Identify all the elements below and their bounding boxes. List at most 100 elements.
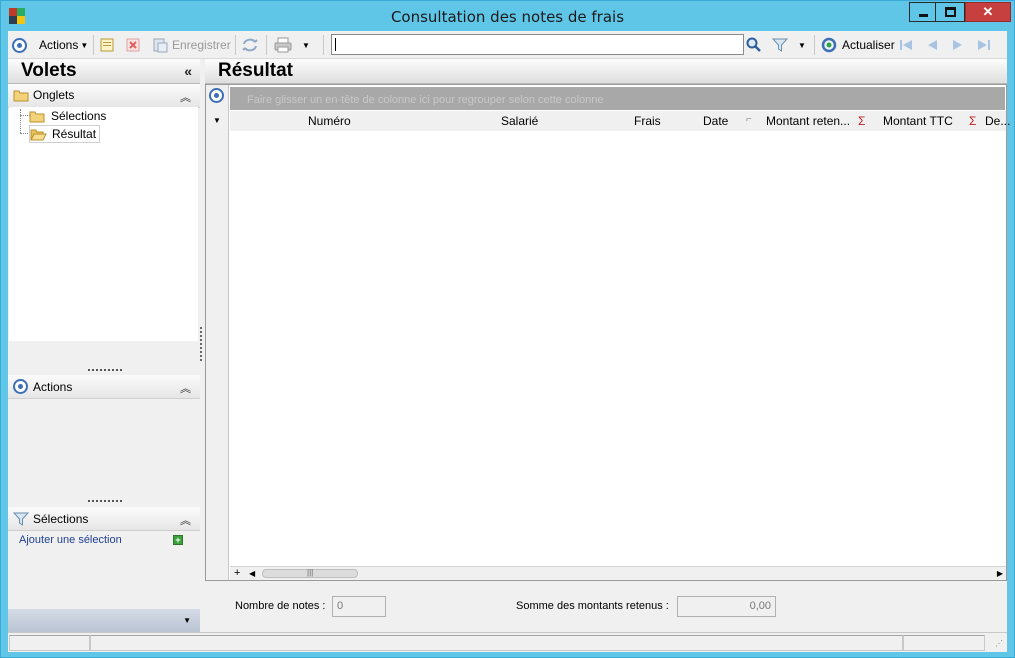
vertical-splitter-grip[interactable] <box>200 327 204 361</box>
new-document-icon <box>100 38 114 52</box>
next-record-button[interactable] <box>951 35 965 55</box>
add-selection-icon[interactable]: + <box>173 535 183 545</box>
dropdown-arrow-icon: ▼ <box>302 40 310 50</box>
maximize-button[interactable] <box>936 2 965 22</box>
result-pane: Résultat ▼ Faire glisser un en-tête de c… <box>205 59 1010 583</box>
onglets-header[interactable]: Onglets ︽ <box>8 84 200 108</box>
selections-panel-header[interactable]: Sélections ︽ <box>8 507 200 531</box>
count-field: 0 <box>332 596 386 617</box>
onglets-tree: Sélections Résultat <box>9 107 198 341</box>
print-button[interactable] <box>274 35 292 55</box>
sum-field: 0,00 <box>677 596 776 617</box>
result-grid: ▼ Faire glisser un en-tête de colonne ic… <box>205 84 1010 581</box>
scrollbar-thumb[interactable]: ||| <box>262 568 358 578</box>
column-header-frais[interactable]: Frais <box>634 114 661 128</box>
minimize-icon <box>919 14 928 17</box>
first-record-button[interactable] <box>898 35 914 55</box>
chevron-up-icon[interactable]: ︽ <box>180 89 191 105</box>
horizontal-scrollbar[interactable]: + ◀ ||| ▶ <box>230 566 1006 580</box>
resize-grip-icon[interactable]: ⋰ <box>995 639 1003 648</box>
last-record-button[interactable] <box>976 35 992 55</box>
column-header-date[interactable]: Date <box>703 114 728 128</box>
volets-title: Volets <box>21 60 77 81</box>
folder-icon <box>13 90 29 102</box>
previous-record-button[interactable] <box>925 35 939 55</box>
sum-icon[interactable]: Σ <box>858 114 865 128</box>
tree-item-resultat[interactable]: Résultat <box>29 125 101 143</box>
toolbar: Actions ▼ Enregistrer ▼ ▼ Actualiser <box>8 31 1007 59</box>
volets-pane: Volets « Onglets ︽ Sélections Résultat A… <box>8 59 200 633</box>
collapse-pane-icon[interactable]: « <box>184 63 192 79</box>
previous-icon <box>928 40 937 50</box>
first-record-icon <box>900 40 912 50</box>
filter-hint-icon[interactable]: ⌐ <box>746 114 752 125</box>
scroll-left-icon[interactable]: ◀ <box>249 569 255 578</box>
grid-options-icon[interactable] <box>209 88 224 103</box>
column-header-numero[interactable]: Numéro <box>308 114 351 128</box>
printer-icon <box>274 37 292 53</box>
sum-icon[interactable]: Σ <box>969 114 976 128</box>
column-header-row: Numéro Salarié Frais Date ⌐ Montant rete… <box>230 111 1010 131</box>
save-label: Enregistrer <box>172 38 231 52</box>
column-header-description[interactable]: De... <box>985 114 1010 128</box>
sum-label: Somme des montants retenus : <box>516 600 669 612</box>
column-header-montant-ttc[interactable]: Montant TTC <box>883 114 953 128</box>
filter-icon <box>13 512 29 526</box>
add-selection-link[interactable]: Ajouter une sélection <box>19 534 122 546</box>
new-button[interactable] <box>100 35 114 55</box>
dropdown-arrow-icon: ▼ <box>798 40 806 50</box>
refresh-label: Actualiser <box>842 38 895 52</box>
onglets-label: Onglets <box>33 88 75 102</box>
sync-button[interactable] <box>241 35 259 55</box>
minimize-button[interactable] <box>909 2 936 22</box>
chevron-up-icon[interactable]: ︽ <box>180 380 191 396</box>
column-header-montant-retenu[interactable]: Montant reten... <box>766 114 850 128</box>
open-folder-icon <box>30 129 47 140</box>
grid-row-header: ▼ <box>206 85 229 580</box>
search-input[interactable] <box>331 34 744 55</box>
volets-header: Volets « <box>8 59 200 84</box>
tree-item-label: Sélections <box>51 109 107 123</box>
tree-item-selections[interactable]: Sélections <box>29 107 106 125</box>
actions-panel-label: Actions <box>33 380 73 394</box>
print-dropdown[interactable]: ▼ <box>302 35 310 55</box>
chevron-up-icon[interactable]: ︽ <box>180 512 191 528</box>
application-window: Consultation des notes de frais ✕ Action… <box>0 0 1015 658</box>
sync-icon <box>242 38 258 52</box>
scroll-right-icon[interactable]: ▶ <box>997 569 1003 578</box>
actions-menu-button[interactable]: Actions ▼ <box>39 35 88 55</box>
column-chooser-arrow-icon[interactable]: ▼ <box>213 116 221 125</box>
close-button[interactable]: ✕ <box>965 2 1011 22</box>
status-cell <box>90 635 903 651</box>
save-button[interactable]: Enregistrer <box>152 35 231 55</box>
search-button[interactable] <box>746 35 762 55</box>
maximize-icon <box>945 7 956 17</box>
folder-icon <box>29 111 45 122</box>
splitter-grip[interactable] <box>88 500 122 502</box>
delete-button[interactable] <box>126 35 140 55</box>
actions-panel-header[interactable]: Actions ︽ <box>8 375 200 399</box>
result-header: Résultat <box>205 59 1007 84</box>
result-title: Résultat <box>218 60 293 81</box>
search-icon <box>746 37 761 52</box>
status-cell <box>903 635 985 651</box>
splitter-grip[interactable] <box>88 369 122 371</box>
dropdown-arrow-icon: ▼ <box>80 40 89 50</box>
close-icon: ✕ <box>982 4 994 19</box>
dropdown-arrow-icon[interactable]: ▼ <box>183 616 191 625</box>
pane-footer: ▼ <box>8 609 200 633</box>
column-header-salarie[interactable]: Salarié <box>501 114 538 128</box>
refresh-button[interactable]: Actualiser <box>821 35 895 55</box>
tree-item-label: Résultat <box>52 127 97 141</box>
filter-dropdown[interactable]: ▼ <box>798 35 806 55</box>
next-icon <box>953 40 962 50</box>
save-icon <box>153 38 168 53</box>
group-by-panel[interactable]: Faire glisser un en-tête de colonne ici … <box>230 87 1005 110</box>
filter-button[interactable] <box>772 35 788 55</box>
last-record-icon <box>978 40 990 50</box>
delete-icon <box>126 38 140 52</box>
actions-circle-icon[interactable] <box>12 35 27 55</box>
title-bar[interactable]: Consultation des notes de frais ✕ <box>1 1 1014 31</box>
status-cell <box>9 635 90 651</box>
add-row-icon[interactable]: + <box>234 567 240 579</box>
